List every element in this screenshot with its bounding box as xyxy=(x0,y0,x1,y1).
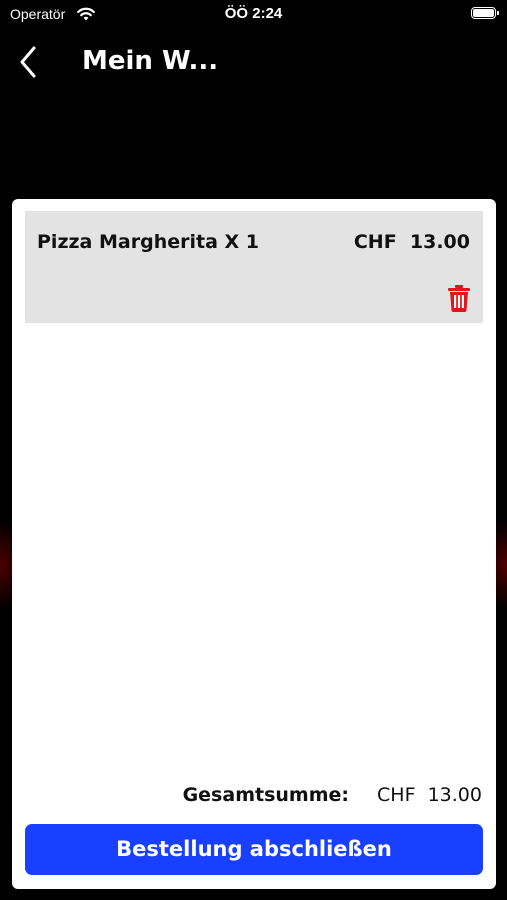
status-bar: Operatör ÖÖ 2:24 xyxy=(0,0,507,30)
back-button[interactable] xyxy=(14,44,46,80)
page-title: Mein W... xyxy=(82,46,219,76)
total-label: Gesamtsumme: xyxy=(182,784,349,806)
status-time: ÖÖ 2:24 xyxy=(224,5,283,22)
total-row: Gesamtsumme: CHF 13.00 xyxy=(12,782,496,812)
navigation-bar: Mein W... xyxy=(0,38,507,86)
cart-item: Pizza Margherita X 1 CHF 13.00 xyxy=(25,211,483,323)
battery-icon xyxy=(471,7,499,19)
item-price: CHF 13.00 xyxy=(353,231,470,253)
trash-icon[interactable] xyxy=(447,284,471,312)
item-name: Pizza Margherita X 1 xyxy=(37,231,259,253)
screen: Operatör ÖÖ 2:24 Mein W... Pizza Margher… xyxy=(0,0,507,900)
cart-card: Pizza Margherita X 1 CHF 13.00 Gesamtsum… xyxy=(12,199,496,889)
checkout-button[interactable]: Bestellung abschließen xyxy=(25,824,483,875)
total-value: CHF 13.00 xyxy=(377,784,482,806)
